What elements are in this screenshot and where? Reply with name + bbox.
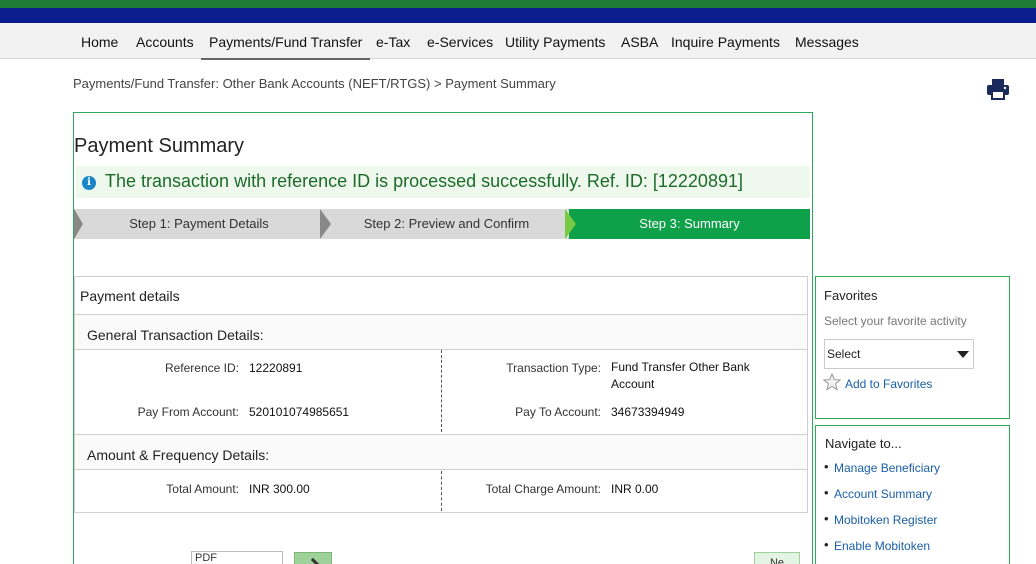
bullet-icon: • bbox=[824, 485, 829, 500]
reference-id-value: 12220891 bbox=[249, 361, 303, 375]
star-icon[interactable] bbox=[823, 373, 841, 391]
total-amount-value: INR 300.00 bbox=[249, 482, 310, 496]
account-summary-link[interactable]: Account Summary bbox=[834, 487, 932, 501]
info-icon: i bbox=[82, 176, 96, 190]
mobitoken-register-link[interactable]: Mobitoken Register bbox=[834, 513, 937, 527]
add-to-favorites-link[interactable]: Add to Favorites bbox=[845, 377, 932, 391]
nav-item-e-tax[interactable]: e-Tax bbox=[376, 34, 410, 50]
column-divider bbox=[441, 471, 442, 511]
favorites-select-value: Select bbox=[827, 347, 861, 361]
transaction-type-label: Transaction Type: bbox=[506, 361, 601, 375]
step-preview-confirm: Step 2: Preview and Confirm bbox=[324, 209, 569, 239]
favorites-select[interactable]: Select bbox=[824, 339, 974, 369]
step-label: Step 1: Payment Details bbox=[129, 216, 269, 231]
total-amount-label: Total Amount: bbox=[166, 482, 239, 496]
step-payment-details: Step 1: Payment Details bbox=[74, 209, 324, 239]
step-summary: Step 3: Summary bbox=[569, 209, 810, 239]
step-label: Step 3: Summary bbox=[639, 216, 740, 231]
favorites-title: Favorites bbox=[824, 288, 878, 303]
payment-summary-panel: Payment Summary i The transaction with r… bbox=[73, 112, 813, 564]
nav-item-accounts[interactable]: Accounts bbox=[136, 34, 194, 50]
nav-item-home[interactable]: Home bbox=[81, 34, 118, 50]
favorites-box: Favorites Select your favorite activity … bbox=[815, 276, 1010, 419]
nav-item-inquire-payments[interactable]: Inquire Payments bbox=[671, 34, 780, 50]
pay-to-account-label: Pay To Account: bbox=[515, 405, 601, 419]
go-button[interactable] bbox=[294, 552, 332, 564]
nav-item-messages[interactable]: Messages bbox=[795, 34, 859, 50]
navigate-to-box: Navigate to... • Manage Beneficiary • Ac… bbox=[815, 425, 1010, 564]
nav-item-asba[interactable]: ASBA bbox=[621, 34, 658, 50]
bullet-icon: • bbox=[824, 511, 829, 526]
favorites-hint: Select your favorite activity bbox=[824, 314, 967, 328]
payment-details-card: Payment details General Transaction Deta… bbox=[74, 276, 808, 513]
page-title: Payment Summary bbox=[74, 135, 245, 157]
manage-beneficiary-link[interactable]: Manage Beneficiary bbox=[834, 461, 940, 475]
step-indicator: Step 1: Payment Details Step 2: Preview … bbox=[74, 209, 810, 239]
column-divider bbox=[441, 350, 442, 432]
bullet-icon: • bbox=[824, 459, 829, 474]
nav-item-utility-payments[interactable]: Utility Payments bbox=[505, 34, 605, 50]
format-select[interactable]: PDF bbox=[191, 551, 283, 564]
next-button[interactable]: Ne bbox=[754, 552, 800, 564]
nav-item-payments-fund-transfer[interactable]: Payments/Fund Transfer bbox=[200, 34, 371, 60]
general-section-header: General Transaction Details: bbox=[75, 314, 807, 350]
step-arrow-icon bbox=[320, 209, 331, 239]
reference-id-label: Reference ID: bbox=[164, 361, 239, 375]
step-label: Step 2: Preview and Confirm bbox=[363, 216, 530, 231]
printer-icon[interactable] bbox=[986, 78, 1010, 100]
main-nav: Home Accounts Payments/Fund Transfer e-T… bbox=[0, 23, 1036, 60]
total-charge-amount-label: Total Charge Amount: bbox=[485, 482, 601, 496]
payment-details-title: Payment details bbox=[80, 288, 180, 304]
success-message: The transaction with reference ID is pro… bbox=[105, 171, 743, 191]
amount-section-header: Amount & Frequency Details: bbox=[75, 434, 807, 470]
pay-to-account-value: 34673394949 bbox=[611, 405, 685, 419]
bullet-icon: • bbox=[824, 537, 829, 552]
enable-mobitoken-link[interactable]: Enable Mobitoken bbox=[834, 539, 930, 553]
pay-from-account-value: 520101074985651 bbox=[249, 405, 350, 419]
arrow-right-icon bbox=[305, 557, 321, 564]
amount-section-title: Amount & Frequency Details: bbox=[87, 447, 270, 463]
step-arrow-icon bbox=[74, 209, 83, 239]
pay-from-account-label: Pay From Account: bbox=[137, 405, 239, 419]
nav-item-e-services[interactable]: e-Services bbox=[427, 34, 493, 50]
top-brand-band-green bbox=[0, 0, 1036, 8]
top-brand-band-blue bbox=[0, 8, 1036, 23]
general-section-title: General Transaction Details: bbox=[87, 327, 264, 343]
step-arrow-icon bbox=[565, 209, 576, 239]
breadcrumb: Payments/Fund Transfer: Other Bank Accou… bbox=[73, 76, 556, 91]
success-banner: i The transaction with reference ID is p… bbox=[76, 166, 810, 198]
transaction-type-value: Fund Transfer Other Bank Account bbox=[611, 360, 750, 391]
total-charge-amount-value: INR 0.00 bbox=[611, 482, 659, 496]
navigate-to-title: Navigate to... bbox=[825, 436, 902, 451]
chevron-down-icon bbox=[957, 351, 969, 358]
